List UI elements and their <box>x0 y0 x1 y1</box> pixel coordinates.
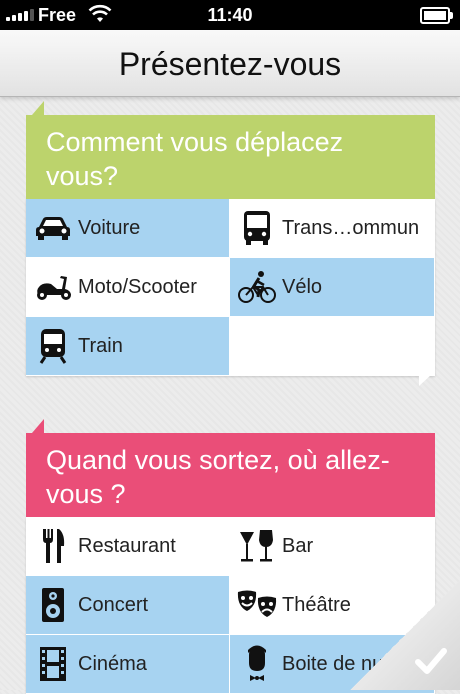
wine-glasses-icon <box>236 525 278 567</box>
clock: 11:40 <box>207 5 253 25</box>
option-label: Vélo <box>282 275 323 298</box>
option-label: Voiture <box>78 216 141 239</box>
bus-icon <box>236 207 278 249</box>
battery-icon <box>420 7 453 24</box>
train-icon <box>32 325 74 367</box>
car-icon <box>32 207 74 249</box>
scooter-icon <box>32 266 74 308</box>
fork-knife-icon <box>32 525 74 567</box>
option-transport-commun[interactable]: Trans…ommun <box>230 199 435 258</box>
bicycle-icon <box>236 266 278 308</box>
option-label: Moto/Scooter <box>78 275 197 298</box>
bubble-tail <box>419 375 431 386</box>
status-bar: Free 11:40 <box>0 0 460 30</box>
page-title: Présentez-vous <box>118 46 342 82</box>
sortie-question: Quand vous sortez, où allez-vous ? <box>26 419 435 517</box>
transport-question: Comment vous déplacez vous? <box>26 101 435 199</box>
option-label: Concert <box>78 593 149 616</box>
film-icon <box>32 643 74 685</box>
validate-corner[interactable] <box>350 580 460 690</box>
option-concert[interactable]: Concert <box>26 576 230 635</box>
option-train[interactable]: Train <box>26 317 230 376</box>
navigation-bar: Présentez-vous <box>0 30 460 97</box>
option-cinema[interactable]: Cinéma <box>26 635 230 694</box>
option-label: Bar <box>282 534 314 557</box>
option-label: Cinéma <box>78 652 147 675</box>
checkmark-icon <box>415 648 447 674</box>
transport-options: Voiture Trans…ommun Moto/Scooter Vélo Tr… <box>26 199 435 376</box>
option-voiture[interactable]: Voiture <box>26 199 230 258</box>
option-label: Théâtre <box>282 593 351 616</box>
nightclub-icon <box>236 643 278 685</box>
theater-masks-icon <box>236 584 278 626</box>
option-label: Restaurant <box>78 534 176 557</box>
speaker-icon <box>32 584 74 626</box>
transport-card: Comment vous déplacez vous? Voiture Tran… <box>26 101 435 386</box>
option-restaurant[interactable]: Restaurant <box>26 517 230 576</box>
option-label: Train <box>78 334 123 357</box>
option-velo[interactable]: Vélo <box>230 258 435 317</box>
empty-cell <box>230 317 435 376</box>
option-bar[interactable]: Bar <box>230 517 435 576</box>
option-label: Trans…ommun <box>282 216 420 239</box>
option-moto-scooter[interactable]: Moto/Scooter <box>26 258 230 317</box>
